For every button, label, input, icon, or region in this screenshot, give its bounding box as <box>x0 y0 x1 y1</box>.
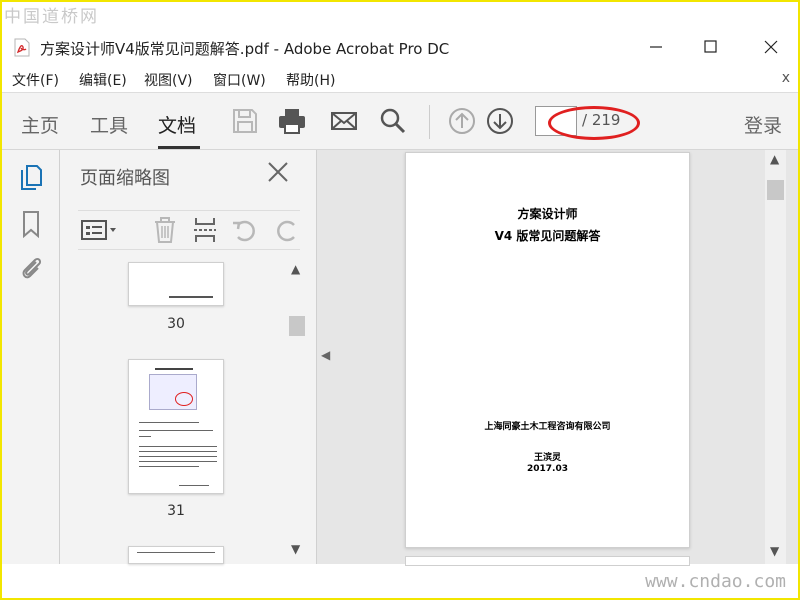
maximize-icon[interactable] <box>700 36 722 58</box>
toolbar-separator <box>429 105 430 139</box>
scroll-down-arrow-icon[interactable]: ▼ <box>291 542 300 556</box>
title-bar: 方案设计师V4版常见问题解答.pdf - Adobe Acrobat Pro D… <box>2 30 798 64</box>
rotate-left-icon[interactable] <box>230 215 260 245</box>
document-company: 上海同豪土木工程咨询有限公司 <box>484 422 611 432</box>
document-date: 2017.03 <box>527 464 568 474</box>
next-document-page <box>405 556 690 566</box>
document-scrollbar[interactable]: ▲ ▼ <box>765 150 786 564</box>
menu-window[interactable]: 窗口(W) <box>213 70 266 90</box>
navigation-rail <box>2 150 60 564</box>
page-thumbnails-panel: 页面缩略图 30 31 ▲ ▼ <box>60 150 317 564</box>
thumbnail-page-number-31: 31 <box>167 503 185 519</box>
close-document-icon[interactable]: x <box>782 70 790 86</box>
email-icon[interactable] <box>329 106 359 136</box>
close-panel-icon[interactable] <box>266 160 290 184</box>
thumbnail-page-32[interactable] <box>128 546 224 564</box>
login-button[interactable]: 登录 <box>744 111 782 138</box>
scrollbar-thumb[interactable] <box>289 316 305 336</box>
delete-page-icon[interactable] <box>150 215 180 245</box>
attachment-icon[interactable] <box>18 254 44 282</box>
doc-scrollbar-thumb[interactable] <box>767 180 784 200</box>
pdf-file-icon <box>14 38 30 57</box>
tab-tools[interactable]: 工具 <box>90 111 128 138</box>
minimize-icon[interactable] <box>645 36 667 58</box>
doc-scroll-down-arrow-icon[interactable]: ▼ <box>770 544 779 558</box>
scroll-up-arrow-icon[interactable]: ▲ <box>291 262 300 276</box>
main-toolbar: 主页 工具 文档 / 219 登录 <box>2 92 798 150</box>
menu-bar: 文件(F) 编辑(E) 视图(V) 窗口(W) 帮助(H) x <box>2 66 798 92</box>
rotate-right-icon[interactable] <box>272 215 300 245</box>
watermark-bottom: www.cndao.com <box>645 571 786 592</box>
thumbnail-page-number-30: 30 <box>167 316 185 332</box>
previous-page-icon[interactable] <box>447 106 477 136</box>
insert-page-icon[interactable] <box>190 215 220 245</box>
thumbnail-toolbar <box>78 210 300 250</box>
tab-home[interactable]: 主页 <box>21 111 59 138</box>
thumbnail-page-31[interactable] <box>128 359 224 494</box>
next-page-icon[interactable] <box>485 106 515 136</box>
page-thumbnails-icon[interactable] <box>18 164 44 192</box>
thumbnail-page-30[interactable] <box>128 262 224 306</box>
window-title: 方案设计师V4版常见问题解答.pdf - Adobe Acrobat Pro D… <box>40 40 450 58</box>
close-window-icon[interactable] <box>760 36 782 58</box>
menu-help[interactable]: 帮助(H) <box>286 70 335 90</box>
doc-scroll-up-arrow-icon[interactable]: ▲ <box>770 152 779 166</box>
tab-document[interactable]: 文档 <box>158 111 196 138</box>
document-title-line1: 方案设计师 <box>517 207 578 221</box>
search-icon[interactable] <box>378 106 408 136</box>
menu-file[interactable]: 文件(F) <box>12 70 59 90</box>
options-menu-icon[interactable] <box>80 215 120 245</box>
menu-view[interactable]: 视图(V) <box>144 70 193 90</box>
highlight-annotation-oval <box>548 106 640 140</box>
save-icon[interactable] <box>230 106 260 136</box>
menu-edit[interactable]: 编辑(E) <box>79 70 127 90</box>
thumbnail-scrollbar[interactable]: ▲ ▼ <box>286 258 306 564</box>
document-author: 王滨灵 <box>533 453 561 463</box>
document-view: ◀ 方案设计师 V4 版常见问题解答 上海同豪土木工程咨询有限公司 王滨灵 20… <box>317 150 798 566</box>
watermark-top: 中国道桥网 <box>4 7 99 27</box>
document-title-line2: V4 版常见问题解答 <box>494 229 601 243</box>
panel-title: 页面缩略图 <box>80 168 170 189</box>
collapse-panel-arrow-icon[interactable]: ◀ <box>321 348 330 362</box>
bookmark-icon[interactable] <box>18 210 44 238</box>
print-icon[interactable] <box>277 106 307 136</box>
active-tab-indicator <box>158 146 200 149</box>
document-page: 方案设计师 V4 版常见问题解答 上海同豪土木工程咨询有限公司 王滨灵 2017… <box>405 152 690 548</box>
